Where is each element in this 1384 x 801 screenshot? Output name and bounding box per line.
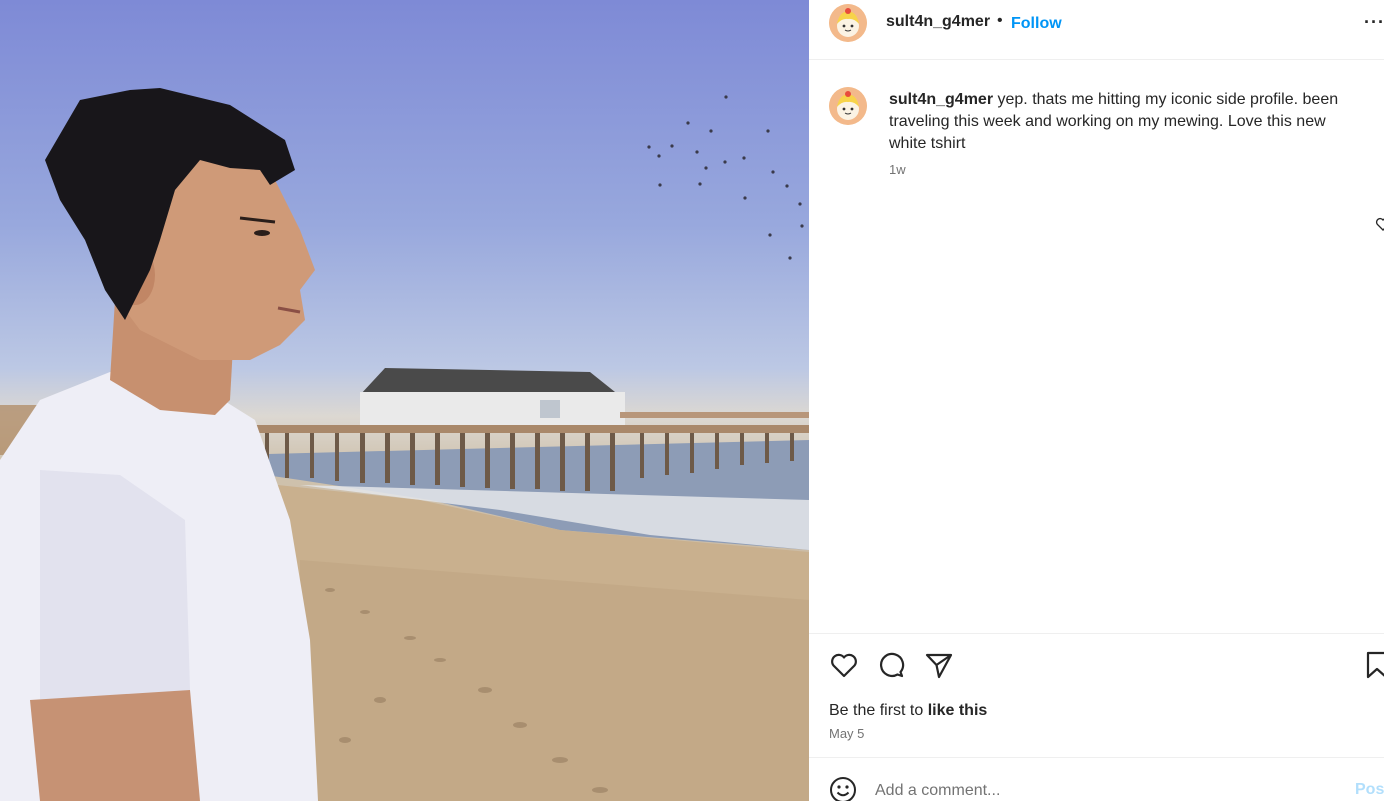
beach-photo-illustration <box>0 88 809 801</box>
instagram-post-view: sult4n_g4mer • Follow ··· sult4n_g4mer y… <box>0 0 1384 801</box>
author-username[interactable]: sult4n_g4mer <box>886 13 990 31</box>
more-options-icon[interactable]: ··· <box>1364 12 1384 33</box>
comment-input[interactable] <box>875 776 1345 801</box>
caption-like-heart-icon[interactable] <box>1375 216 1384 232</box>
smiley-icon[interactable] <box>829 776 857 801</box>
action-bar: Be the first to like this May 5 <box>809 633 1384 757</box>
post-details-panel: sult4n_g4mer • Follow ··· sult4n_g4mer y… <box>809 0 1384 801</box>
caption-author-avatar[interactable] <box>829 87 867 125</box>
comment-bubble-icon[interactable] <box>876 650 906 680</box>
like-this-link[interactable]: like this <box>928 702 988 719</box>
paper-plane-icon[interactable] <box>924 650 954 680</box>
author-avatar[interactable] <box>829 4 867 42</box>
heart-icon[interactable] <box>829 650 859 680</box>
separator-dot: • <box>997 12 1003 29</box>
post-photo[interactable] <box>0 0 809 801</box>
comment-composer: Post <box>809 757 1384 801</box>
avatar-illustration-icon <box>829 4 867 42</box>
avatar-illustration-icon <box>829 87 867 125</box>
likes-summary: Be the first to like this <box>829 702 987 720</box>
bookmark-icon[interactable] <box>1364 650 1384 680</box>
post-date[interactable]: May 5 <box>829 726 864 741</box>
caption-username[interactable]: sult4n_g4mer <box>889 91 993 108</box>
likes-prefix: Be the first to <box>829 702 928 719</box>
caption-timestamp[interactable]: 1w <box>889 162 906 177</box>
post-header: sult4n_g4mer • Follow ··· <box>809 0 1384 60</box>
post-caption: sult4n_g4mer yep. thats me hitting my ic… <box>889 89 1367 155</box>
follow-button[interactable]: Follow <box>1011 15 1062 33</box>
post-comment-button[interactable]: Post <box>1355 781 1384 799</box>
